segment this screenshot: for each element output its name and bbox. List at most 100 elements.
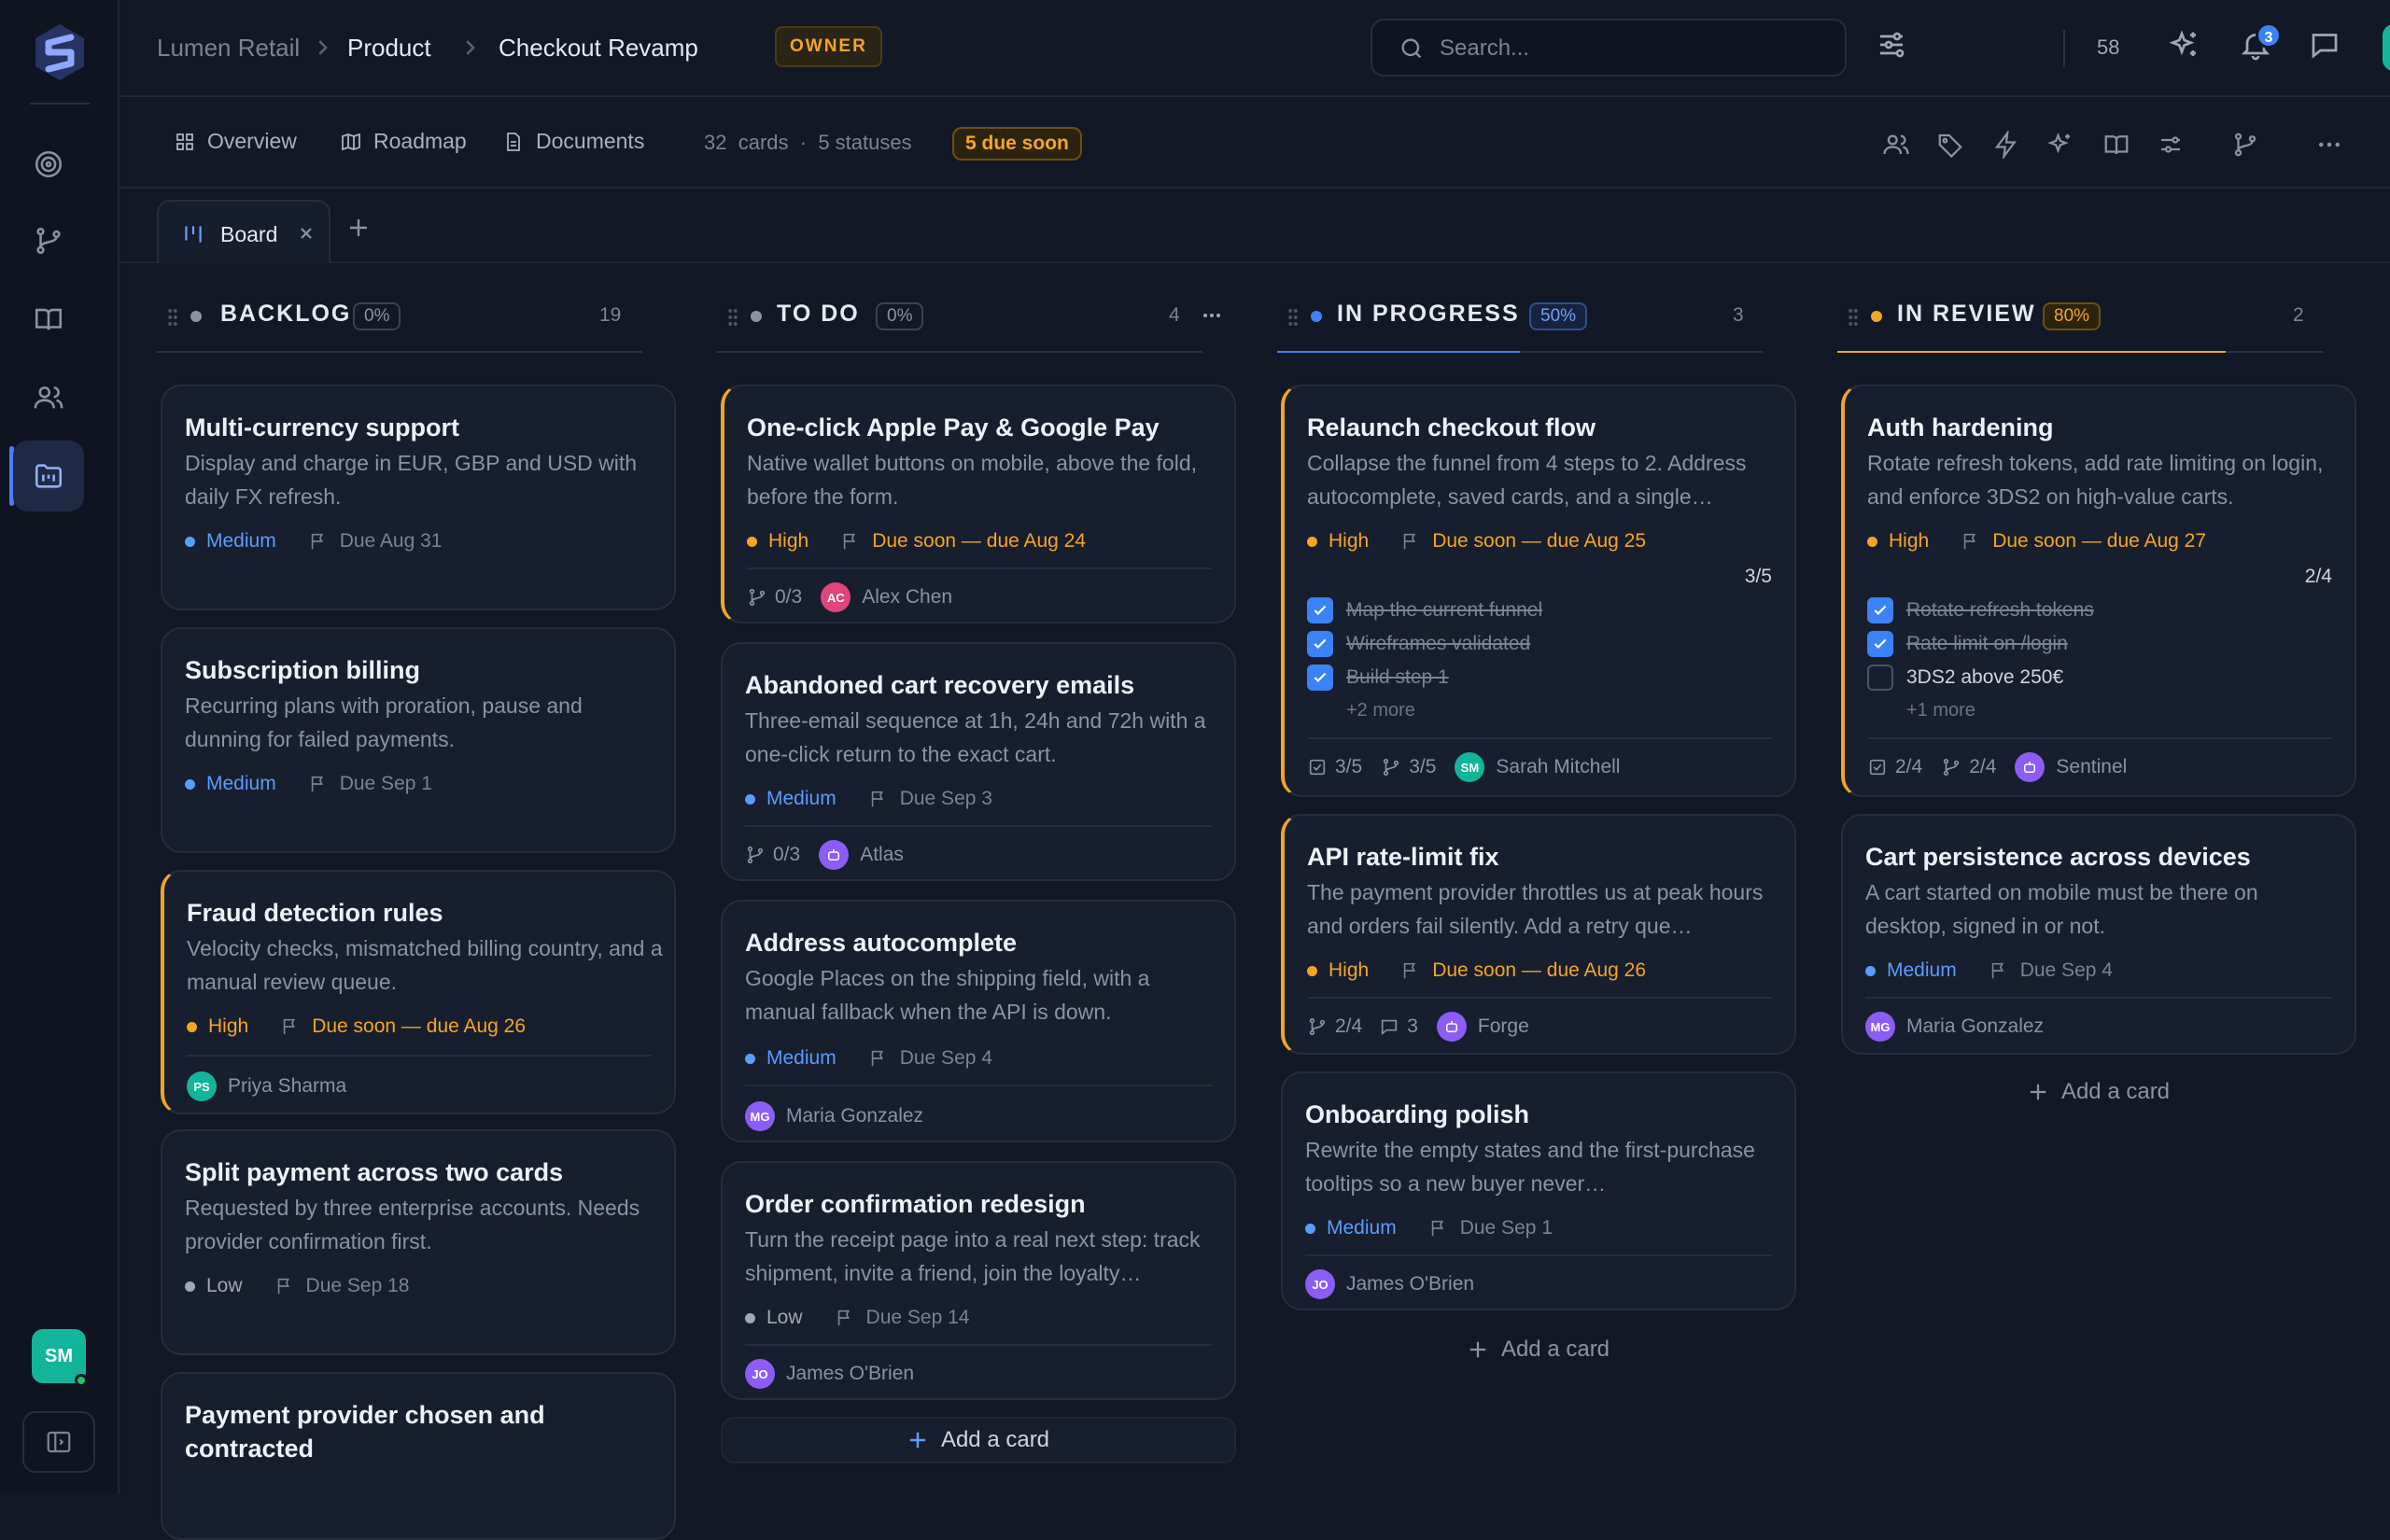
card[interactable]: Onboarding polish Rewrite the empty stat… <box>1281 1071 1796 1310</box>
breadcrumb-project[interactable]: Checkout Revamp <box>499 32 698 63</box>
rail-item-docs[interactable] <box>13 284 84 355</box>
subnav-roadmap[interactable]: Roadmap <box>340 129 467 154</box>
settings-sliders-icon[interactable] <box>2157 131 2185 159</box>
comment-count: 3 <box>1407 1015 1418 1037</box>
tab-board-label: Board <box>220 222 278 246</box>
checklist-item[interactable]: Rate limit on /login <box>1867 631 2068 657</box>
due-soon-badge[interactable]: 5 due soon <box>952 127 1082 161</box>
checkbox-checked-icon[interactable] <box>1867 631 1893 657</box>
card[interactable]: Payment provider chosen and contracted <box>161 1372 676 1540</box>
rail-item-projects[interactable] <box>13 441 84 511</box>
book-icon[interactable] <box>2102 131 2130 159</box>
members-icon[interactable] <box>1882 131 1910 159</box>
rail-item-team[interactable] <box>13 362 84 433</box>
assignee-name: Alex Chen <box>862 586 953 608</box>
map-icon <box>342 133 360 150</box>
checkbox-checked-icon[interactable] <box>1307 631 1333 657</box>
priority-dot <box>1307 965 1317 976</box>
card-title: One-click Apple Pay & Google Pay <box>747 413 1160 441</box>
tab-board[interactable]: Board <box>157 200 330 263</box>
card-title: Abandoned cart recovery emails <box>745 671 1135 699</box>
search-box[interactable] <box>1371 19 1847 77</box>
drag-handle-icon[interactable] <box>166 306 179 329</box>
search-input[interactable] <box>1438 30 1830 67</box>
collapse-sidebar-button[interactable] <box>22 1411 95 1473</box>
checklist-item[interactable]: Rotate refresh tokens <box>1867 597 2094 623</box>
checkbox-checked-icon[interactable] <box>1307 597 1333 623</box>
more-horizontal-icon[interactable] <box>1201 304 1223 327</box>
subtask-count: 0/3 <box>775 586 803 608</box>
sparkles-icon[interactable] <box>2046 131 2074 159</box>
comment-icon <box>1382 1019 1398 1036</box>
breadcrumb-team[interactable]: Product <box>347 32 431 63</box>
subnav-documents[interactable]: Documents <box>502 129 644 154</box>
checkbox-checked-icon[interactable] <box>1867 597 1893 623</box>
card-meta: High Due soon — due Aug 27 <box>1867 530 2206 553</box>
priority-dot <box>745 793 755 805</box>
drag-handle-icon[interactable] <box>1286 306 1300 329</box>
add-card-label: Add a card <box>940 1427 1050 1452</box>
add-card-button[interactable]: Add a card <box>1281 1329 1796 1370</box>
checklist-item[interactable]: Wireframes validated <box>1307 631 1530 657</box>
card-meta: Low Due Sep 14 <box>745 1307 969 1329</box>
card[interactable]: Relaunch checkout flow Collapse the funn… <box>1281 385 1796 797</box>
card[interactable]: Abandoned cart recovery emails Three-ema… <box>721 642 1236 881</box>
add-card-button[interactable]: Add a card <box>721 1417 1236 1463</box>
document-icon <box>507 132 520 151</box>
add-card-label: Add a card <box>2060 1079 2171 1104</box>
card[interactable]: Address autocomplete Google Places on th… <box>721 900 1236 1142</box>
checklist-item-label: 3DS2 above 250€ <box>1906 666 2064 688</box>
checklist-more-link[interactable]: +1 more <box>1906 700 1975 721</box>
checklist-more-link[interactable]: +2 more <box>1346 700 1415 721</box>
sparkles-icon[interactable] <box>2168 28 2201 62</box>
account-avatar[interactable]: SM <box>2383 24 2390 71</box>
priority-label: High <box>1889 530 1930 552</box>
card-meta: Medium Due Sep 3 <box>745 788 992 810</box>
card-title: Payment provider chosen and contracted <box>185 1401 545 1463</box>
card[interactable]: Subscription billing Recurring plans wit… <box>161 627 676 853</box>
card[interactable]: API rate-limit fix The payment provider … <box>1281 814 1796 1055</box>
checklist-item[interactable]: 3DS2 above 250€ <box>1867 665 2063 691</box>
subtask-count: 2/4 <box>1335 1015 1363 1037</box>
card[interactable]: Split payment across two cards Requested… <box>161 1129 676 1355</box>
card[interactable]: Cart persistence across devices A cart s… <box>1841 814 2356 1055</box>
tag-icon[interactable] <box>1936 131 1964 159</box>
subnav-overview[interactable]: Overview <box>174 129 297 154</box>
breadcrumb-workspace[interactable]: Lumen Retail <box>157 32 300 63</box>
card-title: Order confirmation redesign <box>745 1190 1086 1218</box>
filters-icon[interactable] <box>1875 28 1908 62</box>
more-horizontal-icon[interactable] <box>2315 131 2343 159</box>
card-footer: PS Priya Sharma <box>187 1071 346 1101</box>
app-logo-icon[interactable] <box>28 21 91 84</box>
git-branch-icon[interactable] <box>2231 131 2259 159</box>
due-date: Due Sep 4 <box>899 1047 992 1069</box>
drag-handle-icon[interactable] <box>726 306 739 329</box>
rail-item-branches[interactable] <box>13 205 84 276</box>
column-title: IN PROGRESS <box>1337 301 1520 327</box>
card[interactable]: Order confirmation redesign Turn the rec… <box>721 1161 1236 1400</box>
checkbox-unchecked-icon[interactable] <box>1867 665 1893 691</box>
rail-item-goals[interactable] <box>13 129 84 200</box>
chat-icon[interactable] <box>2308 28 2341 62</box>
add-view-button[interactable] <box>347 217 370 239</box>
close-icon[interactable] <box>297 224 316 243</box>
column-header: IN PROGRESS 50% 3 <box>1277 263 1796 353</box>
card[interactable]: Fraud detection rules Velocity checks, m… <box>161 870 676 1114</box>
card[interactable]: Auth hardening Rotate refresh tokens, ad… <box>1841 385 2356 797</box>
checklist-item[interactable]: Build step 1 <box>1307 665 1449 691</box>
priority-dot <box>185 778 195 790</box>
checklist-item-label: Rate limit on /login <box>1906 633 2068 654</box>
lightning-icon[interactable] <box>1992 131 2020 159</box>
add-card-button[interactable]: Add a card <box>1841 1071 2356 1113</box>
priority-dot <box>185 536 195 547</box>
checklist-item[interactable]: Map the current funnel <box>1307 597 1542 623</box>
card-description: Recurring plans with proration, pause an… <box>185 693 583 751</box>
drag-handle-icon[interactable] <box>1847 306 1860 329</box>
card[interactable]: Multi-currency support Display and charg… <box>161 385 676 610</box>
assignee-avatar: JO <box>745 1359 775 1389</box>
column-title: TO DO <box>777 301 860 327</box>
column-progress-badge: 80% <box>2043 302 2102 330</box>
card-title: Fraud detection rules <box>187 899 443 927</box>
checkbox-checked-icon[interactable] <box>1307 665 1333 691</box>
card[interactable]: One-click Apple Pay & Google Pay Native … <box>721 385 1236 623</box>
